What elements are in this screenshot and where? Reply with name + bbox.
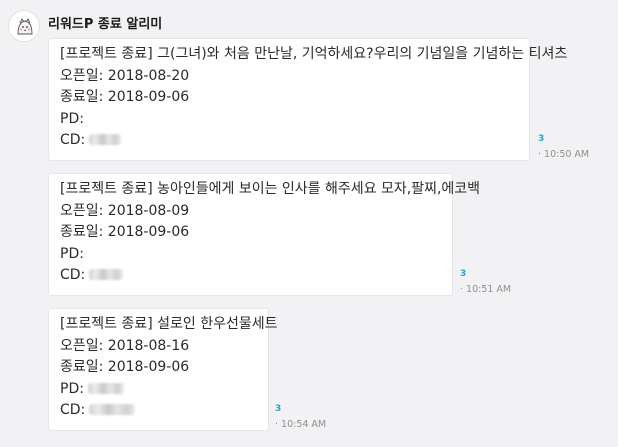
redacted-name bbox=[87, 382, 124, 394]
cd-line: CD: bbox=[60, 265, 441, 287]
message-title: [프로젝트 종료] 설로인 한우선물세트 bbox=[60, 316, 278, 332]
open-date: 오픈일: 2018-08-20 bbox=[60, 67, 190, 84]
message-meta: 3 · 10:50 AM bbox=[538, 134, 589, 161]
message-1: [프로젝트 종료] 그(그녀)와 처음 만난날, 기억하세요?우리의 기념일을 … bbox=[48, 38, 568, 161]
cd-line: CD: bbox=[60, 130, 518, 152]
cd-label: CD: bbox=[60, 132, 86, 148]
message-3: [프로젝트 종료] 설로인 한우선물세트 오픈일: 2018-08-16 종료일… bbox=[48, 308, 278, 431]
pd-label: PD: bbox=[60, 380, 84, 397]
end-date: 종료일: 2018-09-06 bbox=[60, 224, 190, 240]
pd-label: PD: bbox=[60, 245, 84, 262]
timestamp: · 10:50 AM bbox=[538, 149, 590, 160]
message-bubble[interactable]: [프로젝트 종료] 농아인들에게 보이는 인사를 해주세요 모자,팔찌,에코백 … bbox=[48, 173, 481, 296]
cd-label: CD: bbox=[60, 267, 86, 283]
open-date: 오픈일: 2018-08-09 bbox=[60, 202, 190, 219]
message-bubble[interactable]: [프로젝트 종료] 그(그녀)와 처음 만난날, 기억하세요?우리의 기념일을 … bbox=[48, 38, 568, 161]
timestamp: · 10:51 AM bbox=[460, 284, 512, 295]
pd-label: PD: bbox=[60, 110, 84, 127]
cd-line: CD: bbox=[60, 400, 257, 422]
redacted-name bbox=[89, 269, 124, 280]
redacted-name bbox=[89, 404, 136, 415]
message-2: [프로젝트 종료] 농아인들에게 보이는 인사를 해주세요 모자,팔찌,에코백 … bbox=[48, 173, 481, 296]
message-meta: 3 · 10:54 AM bbox=[275, 404, 326, 431]
bot-avatar-icon[interactable] bbox=[8, 10, 40, 42]
message-title: [프로젝트 종료] 농아인들에게 보이는 인사를 해주세요 모자,팔찌,에코백 bbox=[60, 181, 481, 197]
read-count: 3 bbox=[275, 404, 282, 414]
pd-line: PD: bbox=[60, 109, 518, 131]
open-date: 오픈일: 2018-08-16 bbox=[60, 337, 190, 354]
redacted-name bbox=[89, 134, 122, 145]
pd-line: PD: bbox=[60, 244, 441, 266]
chat-window: 리워드P 종료 알리미 [프로젝트 종료] 그(그녀)와 처음 만난날, 기억하… bbox=[0, 0, 618, 447]
pd-line: PD: bbox=[60, 379, 257, 401]
message-title: [프로젝트 종료] 그(그녀)와 처음 만난날, 기억하세요?우리의 기념일을 … bbox=[60, 46, 568, 62]
timestamp: · 10:54 AM bbox=[275, 419, 327, 430]
end-date: 종료일: 2018-09-06 bbox=[60, 89, 190, 105]
read-count: 3 bbox=[538, 134, 545, 144]
read-count: 3 bbox=[460, 269, 467, 279]
sender-name[interactable]: 리워드P 종료 알리미 bbox=[48, 13, 162, 32]
message-bubble[interactable]: [프로젝트 종료] 설로인 한우선물세트 오픈일: 2018-08-16 종료일… bbox=[48, 308, 278, 431]
end-date: 종료일: 2018-09-06 bbox=[60, 359, 190, 375]
cd-label: CD: bbox=[60, 402, 86, 418]
message-meta: 3 · 10:51 AM bbox=[460, 269, 511, 296]
